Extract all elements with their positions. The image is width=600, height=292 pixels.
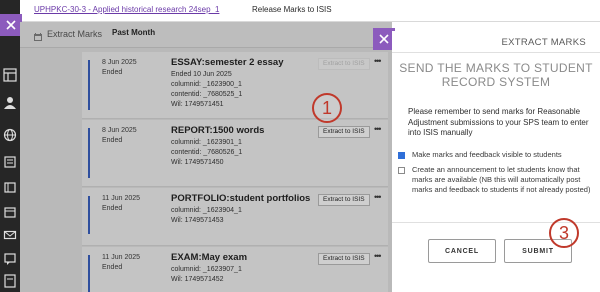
row-accent-bar [88, 60, 90, 110]
checkbox-create-announcement[interactable] [398, 167, 405, 174]
list-item: 8 Jun 2025 Ended ESSAY:semester 2 essay … [82, 52, 388, 119]
breadcrumb: UPHPKC-30-3 - Applied historical researc… [20, 0, 600, 22]
modal-header: EXTRACT MARKS [392, 31, 600, 53]
row-accent-bar [88, 128, 90, 178]
extract-marks-header: Extract Marks Past Month [20, 22, 392, 48]
grades-icon[interactable] [3, 274, 17, 288]
calendar-icon[interactable] [3, 205, 17, 219]
row-status: Ended [102, 264, 123, 271]
cancel-button[interactable]: CANCEL [428, 239, 496, 263]
list-item: 11 Jun 2025 Ended EXAM:May exam columnid… [82, 247, 388, 292]
option-label: Create an announcement to let students k… [412, 165, 591, 194]
messages-icon[interactable] [3, 252, 17, 266]
grid-icon[interactable] [3, 68, 17, 82]
row-date: 11 Jun 2025 [102, 195, 141, 202]
extract-to-isis-button[interactable]: Extract to ISIS [318, 253, 370, 265]
close-icon [379, 34, 389, 44]
row-date: 11 Jun 2025 [102, 254, 141, 261]
modal-heading: SEND THE MARKS TO STUDENT RECORD SYSTEM [399, 61, 593, 89]
extract-to-isis-button[interactable]: Extract to ISIS [318, 194, 370, 206]
more-options-button[interactable]: ••• [374, 56, 382, 66]
row-meta: columnid: _1623901_1 [171, 139, 242, 146]
panel-title: Extract Marks [47, 29, 103, 39]
row-meta: contentid: _7680525_1 [171, 91, 243, 98]
row-meta: columnid: _1623900_1 [171, 81, 242, 88]
row-name: ESSAY:semester 2 essay [171, 57, 284, 68]
extract-marks-modal: EXTRACT MARKS SEND THE MARKS TO STUDENT … [392, 31, 600, 292]
close-panel-button[interactable] [0, 14, 22, 36]
globe-icon[interactable] [3, 128, 17, 142]
more-options-button[interactable]: ••• [374, 192, 382, 202]
visible-to-students-option[interactable]: Make marks and feedback visible to stude… [398, 150, 598, 160]
person-icon[interactable] [3, 96, 17, 110]
row-meta: columnid: _1623904_1 [171, 207, 242, 214]
row-meta: Wil: 1749571451 [171, 101, 224, 108]
row-name: EXAM:May exam [171, 252, 248, 263]
extract-marks-panel: Extract Marks Past Month 8 Jun 2025 Ende… [20, 22, 392, 292]
row-meta: Wil: 1749571453 [171, 217, 224, 224]
row-meta: Wil: 1749571452 [171, 276, 224, 283]
left-sidebar [0, 0, 20, 292]
row-name: PORTFOLIO:student portfolios [171, 193, 311, 204]
modal-description: Please remember to send marks for Reason… [408, 107, 589, 137]
row-meta: Wil: 1749571450 [171, 159, 224, 166]
row-status: Ended [102, 205, 123, 212]
row-date: 8 Jun 2025 [102, 127, 137, 134]
option-label: Make marks and feedback visible to stude… [412, 150, 562, 159]
courses-icon[interactable] [3, 155, 17, 169]
row-date: 8 Jun 2025 [102, 59, 137, 66]
modal-title: EXTRACT MARKS [501, 37, 586, 48]
mail-icon[interactable] [3, 228, 17, 242]
annotation-marker-1: 1 [312, 93, 342, 123]
list-item: 8 Jun 2025 Ended REPORT:1500 words colum… [82, 120, 388, 187]
period-select[interactable]: Past Month [112, 28, 155, 37]
page-breadcrumb-current: Release Marks to ISIS [252, 5, 332, 14]
row-accent-bar [88, 255, 90, 292]
row-status: Ended [102, 137, 123, 144]
more-options-button[interactable]: ••• [374, 251, 382, 261]
row-meta: Ended 10 Jun 2025 [171, 71, 232, 78]
more-options-button[interactable]: ••• [374, 124, 382, 134]
annotation-marker-3: 3 [549, 218, 579, 248]
close-icon [6, 20, 16, 30]
list-item: 11 Jun 2025 Ended PORTFOLIO:student port… [82, 188, 388, 246]
extract-to-isis-button[interactable]: Extract to ISIS [318, 126, 370, 138]
announcement-option[interactable]: Create an announcement to let students k… [398, 165, 598, 195]
extract-to-isis-button[interactable]: Extract to ISIS [318, 58, 370, 70]
row-status: Ended [102, 69, 123, 76]
row-accent-bar [88, 196, 90, 234]
organizations-icon[interactable] [3, 180, 17, 194]
row-meta: columnid: _1623907_1 [171, 266, 242, 273]
row-name: REPORT:1500 words [171, 125, 265, 136]
checkbox-visible-to-students[interactable] [398, 152, 405, 159]
row-meta: contentid: _7680526_1 [171, 149, 243, 156]
course-breadcrumb-link[interactable]: UPHPKC-30-3 - Applied historical researc… [34, 5, 219, 14]
calendar-icon [33, 29, 43, 41]
